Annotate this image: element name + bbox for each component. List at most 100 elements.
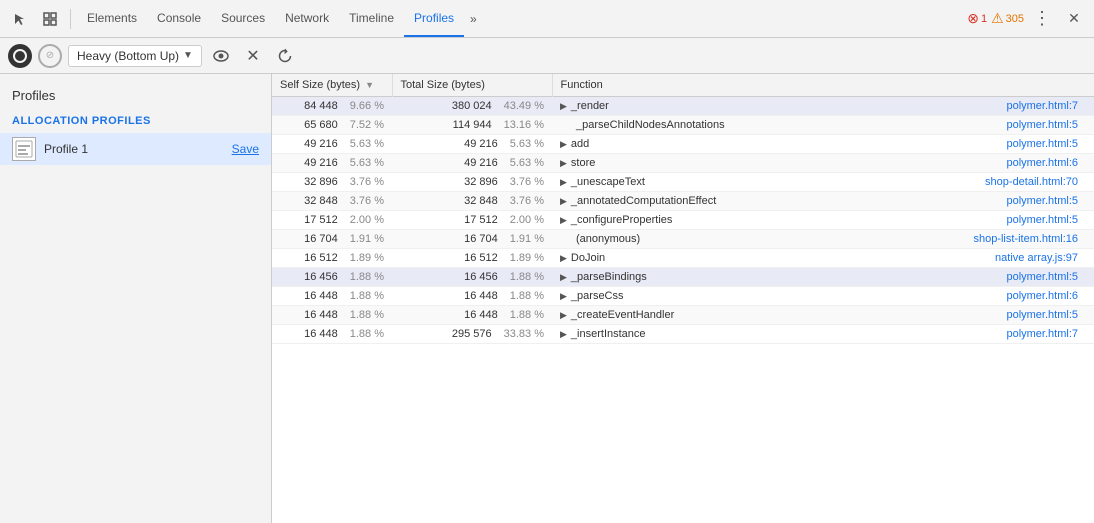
table-body: 84 4489.66 %380 02443.49 %polymer.html:7…: [272, 97, 1094, 344]
refresh-icon[interactable]: [272, 43, 298, 69]
error-badge[interactable]: ⊗ 1: [967, 10, 987, 27]
main-layout: Profiles ALLOCATION PROFILES Profile 1 S…: [0, 74, 1094, 523]
table-row[interactable]: 65 6807.52 %114 94413.16 % polymer.html:5…: [272, 116, 1094, 135]
function-name: _parseBindings: [571, 271, 647, 283]
table-row[interactable]: 16 4481.88 %16 4481.88 %polymer.html:6▶_…: [272, 287, 1094, 306]
allocation-profiles-header: ALLOCATION PROFILES: [0, 109, 271, 133]
source-link[interactable]: polymer.html:5: [1006, 309, 1078, 321]
clear-icon[interactable]: ✕: [240, 43, 266, 69]
cell-self-size: 16 4561.88 %: [272, 268, 392, 287]
source-link[interactable]: polymer.html:5: [1006, 138, 1078, 150]
expand-arrow[interactable]: ▶: [560, 329, 567, 340]
cell-total-size: 49 2165.63 %: [392, 154, 552, 173]
inspect-icon[interactable]: [36, 5, 64, 33]
sidebar: Profiles ALLOCATION PROFILES Profile 1 S…: [0, 74, 272, 523]
stop-button[interactable]: ⊘: [38, 44, 62, 68]
cell-function: polymer.html:5▶_annotatedComputationEffe…: [552, 192, 1094, 211]
cell-self-size: 16 4481.88 %: [272, 306, 392, 325]
cell-self-size: 49 2165.63 %: [272, 154, 392, 173]
record-button[interactable]: [8, 44, 32, 68]
col-total-size[interactable]: Total Size (bytes): [392, 74, 552, 97]
cell-total-size: 49 2165.63 %: [392, 135, 552, 154]
function-name: _parseChildNodesAnnotations: [576, 119, 725, 131]
cell-total-size: 17 5122.00 %: [392, 211, 552, 230]
source-link[interactable]: shop-detail.html:70: [985, 176, 1078, 188]
second-toolbar: ⊘ Heavy (Bottom Up) ▼ ✕: [0, 38, 1094, 74]
cell-self-size: 32 8483.76 %: [272, 192, 392, 211]
table-row[interactable]: 16 4481.88 %16 4481.88 %polymer.html:5▶_…: [272, 306, 1094, 325]
table-wrapper[interactable]: Self Size (bytes) ▼ Total Size (bytes) F…: [272, 74, 1094, 523]
source-link[interactable]: polymer.html:7: [1006, 100, 1078, 112]
save-profile-button[interactable]: Save: [232, 142, 259, 156]
record-inner: [13, 49, 27, 63]
expand-arrow[interactable]: ▶: [560, 215, 567, 226]
cell-function: polymer.html:5 ▶ _configureProperties: [552, 211, 1094, 230]
cell-total-size: 16 4481.88 %: [392, 287, 552, 306]
cell-self-size: 32 8963.76 %: [272, 173, 392, 192]
top-bar-right: ⊗ 1 ⚠ 305 ⋮ ✕: [967, 5, 1088, 33]
cell-function: polymer.html:5▶_createEventHandler: [552, 306, 1094, 325]
divider: [70, 9, 71, 29]
warning-badge[interactable]: ⚠ 305: [991, 10, 1024, 27]
expand-arrow[interactable]: ▶: [560, 272, 567, 283]
profile-icon: [12, 137, 36, 161]
close-devtools-button[interactable]: ✕: [1060, 5, 1088, 33]
cell-total-size: 16 7041.91 %: [392, 230, 552, 249]
cell-self-size: 16 5121.89 %: [272, 249, 392, 268]
tab-timeline[interactable]: Timeline: [339, 0, 404, 37]
sidebar-title: Profiles: [0, 82, 271, 109]
source-link[interactable]: native array.js:97: [995, 252, 1078, 264]
function-name: _configureProperties: [571, 214, 673, 226]
source-link[interactable]: polymer.html:5: [1006, 214, 1078, 226]
tab-network[interactable]: Network: [275, 0, 339, 37]
cell-total-size: 16 4481.88 %: [392, 306, 552, 325]
table-row[interactable]: 32 8963.76 %32 8963.76 %shop-detail.html…: [272, 173, 1094, 192]
top-toolbar: Elements Console Sources Network Timelin…: [0, 0, 1094, 38]
tab-console[interactable]: Console: [147, 0, 211, 37]
expand-arrow[interactable]: ▶: [560, 139, 567, 150]
source-link[interactable]: polymer.html:6: [1006, 290, 1078, 302]
source-link[interactable]: polymer.html:7: [1006, 328, 1078, 340]
expand-arrow[interactable]: ▶: [560, 101, 567, 112]
expand-arrow[interactable]: ▶: [560, 196, 567, 207]
tab-profiles[interactable]: Profiles: [404, 0, 464, 37]
cell-self-size: 65 6807.52 %: [272, 116, 392, 135]
source-link[interactable]: polymer.html:5: [1006, 119, 1078, 131]
expand-arrow[interactable]: ▶: [560, 177, 567, 188]
expand-arrow[interactable]: ▶: [560, 310, 567, 321]
cell-function: shop-list-item.html:16(anonymous): [552, 230, 1094, 249]
table-row[interactable]: 16 7041.91 %16 7041.91 %shop-list-item.h…: [272, 230, 1094, 249]
cell-total-size: 114 94413.16 %: [392, 116, 552, 135]
expand-arrow[interactable]: ▶: [560, 291, 567, 302]
warning-icon: ⚠: [991, 10, 1004, 27]
source-link[interactable]: polymer.html:5: [1006, 195, 1078, 207]
cell-self-size: 16 4481.88 %: [272, 325, 392, 344]
expand-arrow[interactable]: ▶: [560, 158, 567, 169]
error-count: 1: [981, 13, 987, 25]
table-row[interactable]: 16 4561.88 %16 4561.88 %polymer.html:5▶_…: [272, 268, 1094, 287]
more-tabs-button[interactable]: »: [464, 0, 483, 37]
source-link[interactable]: polymer.html:6: [1006, 157, 1078, 169]
tab-elements[interactable]: Elements: [77, 0, 147, 37]
expand-arrow[interactable]: ▶: [560, 253, 567, 264]
source-link[interactable]: polymer.html:5: [1006, 271, 1078, 283]
function-name: DoJoin: [571, 252, 605, 264]
table-row[interactable]: 16 4481.88 %295 57633.83 %polymer.html:7…: [272, 325, 1094, 344]
view-mode-dropdown[interactable]: Heavy (Bottom Up) ▼: [68, 45, 202, 67]
table-row[interactable]: 84 4489.66 %380 02443.49 %polymer.html:7…: [272, 97, 1094, 116]
col-function[interactable]: Function: [552, 74, 1094, 97]
profile-1-item[interactable]: Profile 1 Save: [0, 133, 271, 165]
tab-sources[interactable]: Sources: [211, 0, 275, 37]
col-self-size[interactable]: Self Size (bytes) ▼: [272, 74, 392, 97]
tab-list: Elements Console Sources Network Timelin…: [77, 0, 483, 37]
source-link[interactable]: shop-list-item.html:16: [973, 233, 1078, 245]
cursor-icon[interactable]: [6, 5, 34, 33]
more-menu-button[interactable]: ⋮: [1028, 5, 1056, 33]
table-row[interactable]: 49 2165.63 %49 2165.63 %polymer.html:5▶a…: [272, 135, 1094, 154]
table-row[interactable]: 49 2165.63 %49 2165.63 %polymer.html:6▶s…: [272, 154, 1094, 173]
table-row[interactable]: 32 8483.76 %32 8483.76 %polymer.html:5▶_…: [272, 192, 1094, 211]
table-row[interactable]: 16 5121.89 %16 5121.89 %native array.js:…: [272, 249, 1094, 268]
cell-total-size: 32 8483.76 %: [392, 192, 552, 211]
eye-icon[interactable]: [208, 43, 234, 69]
table-row[interactable]: 17 5122.00 %17 5122.00 %polymer.html:5▶_…: [272, 211, 1094, 230]
